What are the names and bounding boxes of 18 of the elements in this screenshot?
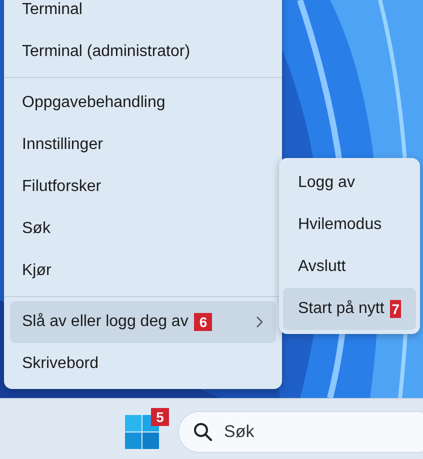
menu-item[interactable]: Avslutt: [283, 246, 416, 288]
menu-item[interactable]: Start på nytt 7: [283, 288, 416, 330]
menu-item[interactable]: Kjør: [10, 250, 276, 292]
menu-item[interactable]: Oppgavebehandling: [10, 82, 276, 124]
menu-item[interactable]: Filutforsker: [10, 166, 276, 208]
search-icon: [193, 422, 213, 442]
menu-item[interactable]: Terminal: [10, 0, 276, 31]
menu-item[interactable]: Skrivebord: [10, 343, 276, 385]
menu-item[interactable]: Logg av: [283, 162, 416, 204]
number-badge: 7: [390, 300, 401, 318]
number-badge: 6: [194, 313, 212, 331]
search-field[interactable]: Søk: [178, 411, 423, 453]
menu-item[interactable]: Hvilemodus: [283, 204, 416, 246]
menu-item[interactable]: Innstillinger: [10, 124, 276, 166]
menu-item[interactable]: Terminal (administrator): [10, 31, 276, 73]
number-badge: 5: [151, 408, 169, 426]
menu-item[interactable]: Søk: [10, 208, 276, 250]
menu-item[interactable]: Slå av eller logg deg av 6: [10, 301, 276, 343]
